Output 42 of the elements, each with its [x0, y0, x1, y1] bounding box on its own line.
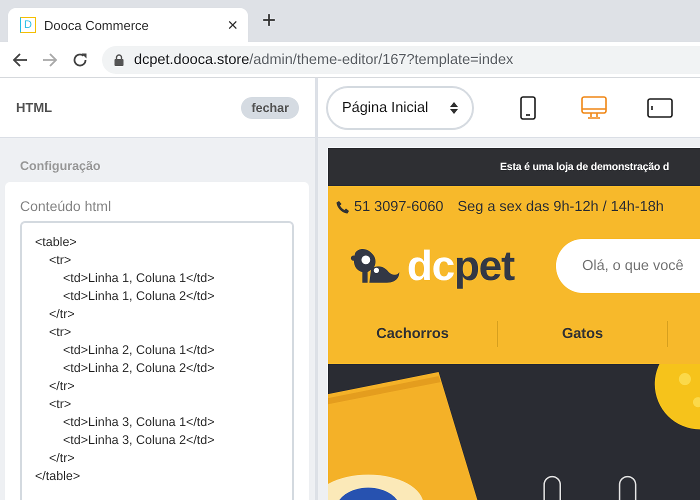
reload-icon[interactable] — [72, 52, 88, 68]
phone-icon — [336, 200, 350, 214]
url-text: dcpet.dooca.store/admin/theme-editor/167?template=index — [134, 52, 514, 68]
favicon: D — [20, 17, 36, 33]
code-line: <tr> — [48, 252, 72, 269]
browser-tab[interactable]: D Dooca Commerce × — [8, 8, 248, 42]
code-editor[interactable] — [20, 221, 294, 500]
code-line: </tr> — [48, 306, 76, 323]
category-link[interactable]: Gatos — [498, 321, 668, 347]
section-title: Configuração — [19, 158, 102, 175]
code-line: <tr> — [48, 324, 72, 341]
field-label: Conteúdo html — [20, 198, 112, 214]
code-line: <td>Linha 2, Coluna 2</td> — [62, 360, 216, 377]
opening-hours: Seg a sex das 9h-12h / 14h-18h — [458, 199, 664, 215]
code-line: </table> — [35, 468, 82, 485]
code-line: </tr> — [48, 378, 76, 395]
phone-number: 51 3097-6060 — [354, 199, 444, 215]
panel-title: HTML — [16, 100, 52, 115]
back-icon[interactable] — [12, 52, 28, 68]
new-tab-button[interactable]: + — [262, 9, 276, 33]
page-select[interactable]: Página Inicial — [326, 86, 474, 130]
close-button[interactable]: fechar — [241, 96, 299, 118]
monitor-icon — [581, 96, 607, 120]
address-bar[interactable]: dcpet.dooca.store/admin/theme-editor/167?template=index — [102, 46, 700, 74]
lock-icon — [114, 54, 124, 66]
code-line: <td>Linha 2, Coluna 1</td> — [62, 342, 216, 359]
search-field[interactable]: Olá, o que você — [556, 239, 700, 293]
sort-caret-icon — [450, 102, 458, 114]
announcement-bar: Esta é uma loja de demonstração d — [328, 148, 700, 186]
code-line: <td>Linha 1, Coluna 2</td> — [62, 288, 216, 305]
code-line: <td>Linha 3, Coluna 1</td> — [62, 414, 216, 431]
code-line: <table> — [35, 234, 78, 251]
category-link[interactable]: Cachorros — [328, 321, 498, 347]
code-line: <tr> — [48, 396, 72, 413]
phone-icon — [520, 96, 536, 120]
code-line: </tr> — [48, 450, 76, 467]
tab-title: Dooca Commerce — [44, 18, 150, 32]
logo-text: dcpet — [407, 242, 514, 290]
close-icon[interactable]: × — [227, 16, 238, 34]
tablet-icon — [647, 98, 673, 118]
code-line: <td>Linha 1, Coluna 1</td> — [62, 270, 216, 287]
code-line: <td>Linha 3, Coluna 2</td> — [62, 432, 216, 449]
